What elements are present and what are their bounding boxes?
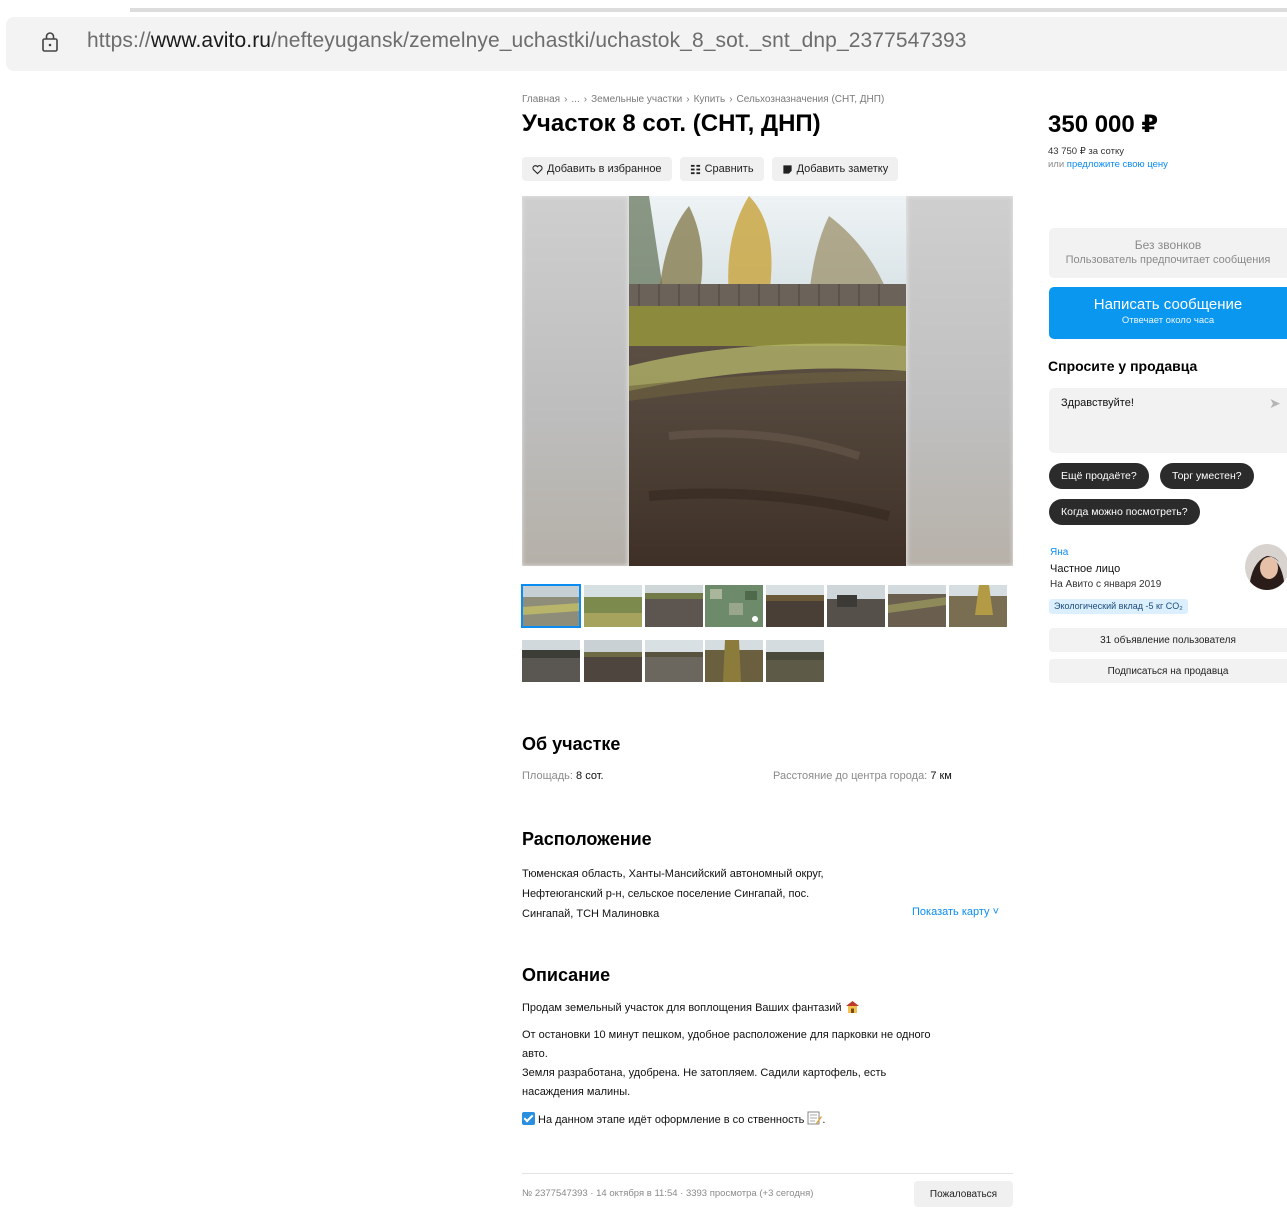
url-path: /nefteyugansk/zemelnye_uchastki/uchastok…: [271, 29, 967, 52]
area-value: 8 сот.: [576, 770, 604, 782]
checkmark-emoji-icon: [522, 1112, 535, 1125]
thumbnail[interactable]: [645, 585, 703, 627]
offer-price-link[interactable]: предложите свою цену: [1067, 159, 1168, 170]
description-p3: Земля разработана, удобрена. Не затопляе…: [522, 1067, 887, 1098]
seller-listings-button[interactable]: 31 объявление пользователя: [1049, 628, 1287, 652]
breadcrumb-land[interactable]: Земельные участки: [591, 94, 682, 105]
url-prefix: https://: [87, 29, 151, 52]
url-domain: www.avito.ru: [150, 29, 272, 52]
description-heading: Описание: [522, 965, 611, 985]
listing-meta: № 2377547393 · 14 октября в 11:54 · 3393…: [522, 1188, 814, 1199]
thumbnail[interactable]: [705, 585, 763, 627]
seller-type: Частное лицо: [1050, 563, 1121, 575]
ask-seller-heading: Спросите у продавца: [1048, 358, 1198, 374]
thumbnail[interactable]: [705, 640, 763, 682]
ask-message-input[interactable]: Здравствуйте! ➤: [1049, 388, 1287, 453]
gallery-blur-left: [522, 196, 628, 566]
location-heading: Расположение: [522, 829, 652, 849]
thumbnail[interactable]: [522, 640, 580, 682]
breadcrumb-ellipsis[interactable]: ...: [571, 94, 579, 105]
distance-value: 7 км: [930, 770, 952, 782]
favorite-button[interactable]: Добавить в избранное: [522, 157, 672, 181]
gallery-blur-right: [907, 196, 1013, 566]
compare-icon: [690, 164, 700, 174]
description-p4: На данном этапе идёт оформление в со ств…: [522, 1111, 1012, 1130]
eco-badge[interactable]: Экологический вклад -5 кг CO₂: [1049, 599, 1188, 614]
breadcrumb-home[interactable]: Главная: [522, 94, 560, 105]
price: 350 000 ₽: [1048, 111, 1159, 138]
memo-emoji-icon: [807, 1111, 823, 1125]
lock-icon[interactable]: [38, 30, 62, 54]
distance-param: Расстояние до центра города: 7 км: [773, 770, 952, 782]
thumbnail[interactable]: [766, 585, 824, 627]
no-calls-panel: Без звонков Пользователь предпочитает со…: [1049, 228, 1287, 278]
listing-actions: Добавить в избранное Сравнить Добавить з…: [522, 157, 899, 181]
send-arrow-icon[interactable]: ➤: [1269, 395, 1281, 412]
description-p2: От остановки 10 минут пешком, удобное ра…: [522, 1029, 931, 1060]
url-text[interactable]: https://www.avito.ru/nefteyugansk/zemeln…: [87, 29, 967, 53]
about-heading: Об участке: [522, 734, 621, 754]
thumbnail[interactable]: [584, 585, 642, 627]
thumbnail[interactable]: [584, 640, 642, 682]
description-p1: Продам земельный участок для воплощения …: [522, 999, 1012, 1018]
compare-button[interactable]: Сравнить: [679, 157, 764, 181]
breadcrumb-buy[interactable]: Купить: [694, 94, 726, 105]
area-param: Площадь: 8 сот.: [522, 770, 604, 782]
note-icon: [782, 164, 792, 174]
seller-since: На Авито с января 2019: [1050, 579, 1162, 590]
heart-icon: [532, 164, 543, 174]
add-note-button[interactable]: Добавить заметку: [771, 157, 899, 181]
thumbnail[interactable]: [766, 640, 824, 682]
footer-divider: [522, 1173, 1013, 1174]
write-message-button[interactable]: Написать сообщение Отвечает около часа: [1049, 287, 1287, 339]
price-per-unit: 43 750 ₽ за сотку: [1048, 146, 1124, 157]
thumbnail[interactable]: [645, 640, 703, 682]
house-emoji-icon: [845, 1001, 859, 1013]
report-button[interactable]: Пожаловаться: [914, 1181, 1013, 1207]
photo-gallery[interactable]: [522, 196, 1013, 566]
breadcrumb: Главная ›... › Земельные участки › Купить › Сел…: [522, 94, 885, 105]
thumbnail[interactable]: [949, 585, 1007, 627]
ask-input-value: Здравствуйте!: [1061, 397, 1134, 409]
thumbnail[interactable]: [827, 585, 885, 627]
quick-reply-still-selling[interactable]: Ещё продаёте?: [1049, 463, 1149, 489]
seller-name-link[interactable]: Яна: [1050, 547, 1068, 558]
quick-reply-bargain[interactable]: Торг уместен?: [1160, 463, 1254, 489]
subscribe-seller-button[interactable]: Подписаться на продавца: [1049, 659, 1287, 683]
thumbnail[interactable]: [888, 585, 946, 627]
thumbnail[interactable]: [521, 584, 581, 628]
browser-tab-strip-line: [130, 8, 1287, 12]
quick-reply-viewing[interactable]: Когда можно посмотреть?: [1049, 499, 1200, 525]
page-title: Участок 8 сот. (СНТ, ДНП): [522, 110, 821, 137]
show-map-link[interactable]: Показать карту ˅: [912, 906, 999, 918]
main-photo[interactable]: [629, 196, 906, 566]
avatar[interactable]: [1245, 544, 1287, 590]
address-text: Тюменская область, Ханты-Мансийский авто…: [522, 868, 824, 920]
offer-price-line: или предложите свою цену: [1048, 159, 1168, 170]
breadcrumb-category[interactable]: Сельхозназначения (СНТ, ДНП): [737, 94, 885, 105]
